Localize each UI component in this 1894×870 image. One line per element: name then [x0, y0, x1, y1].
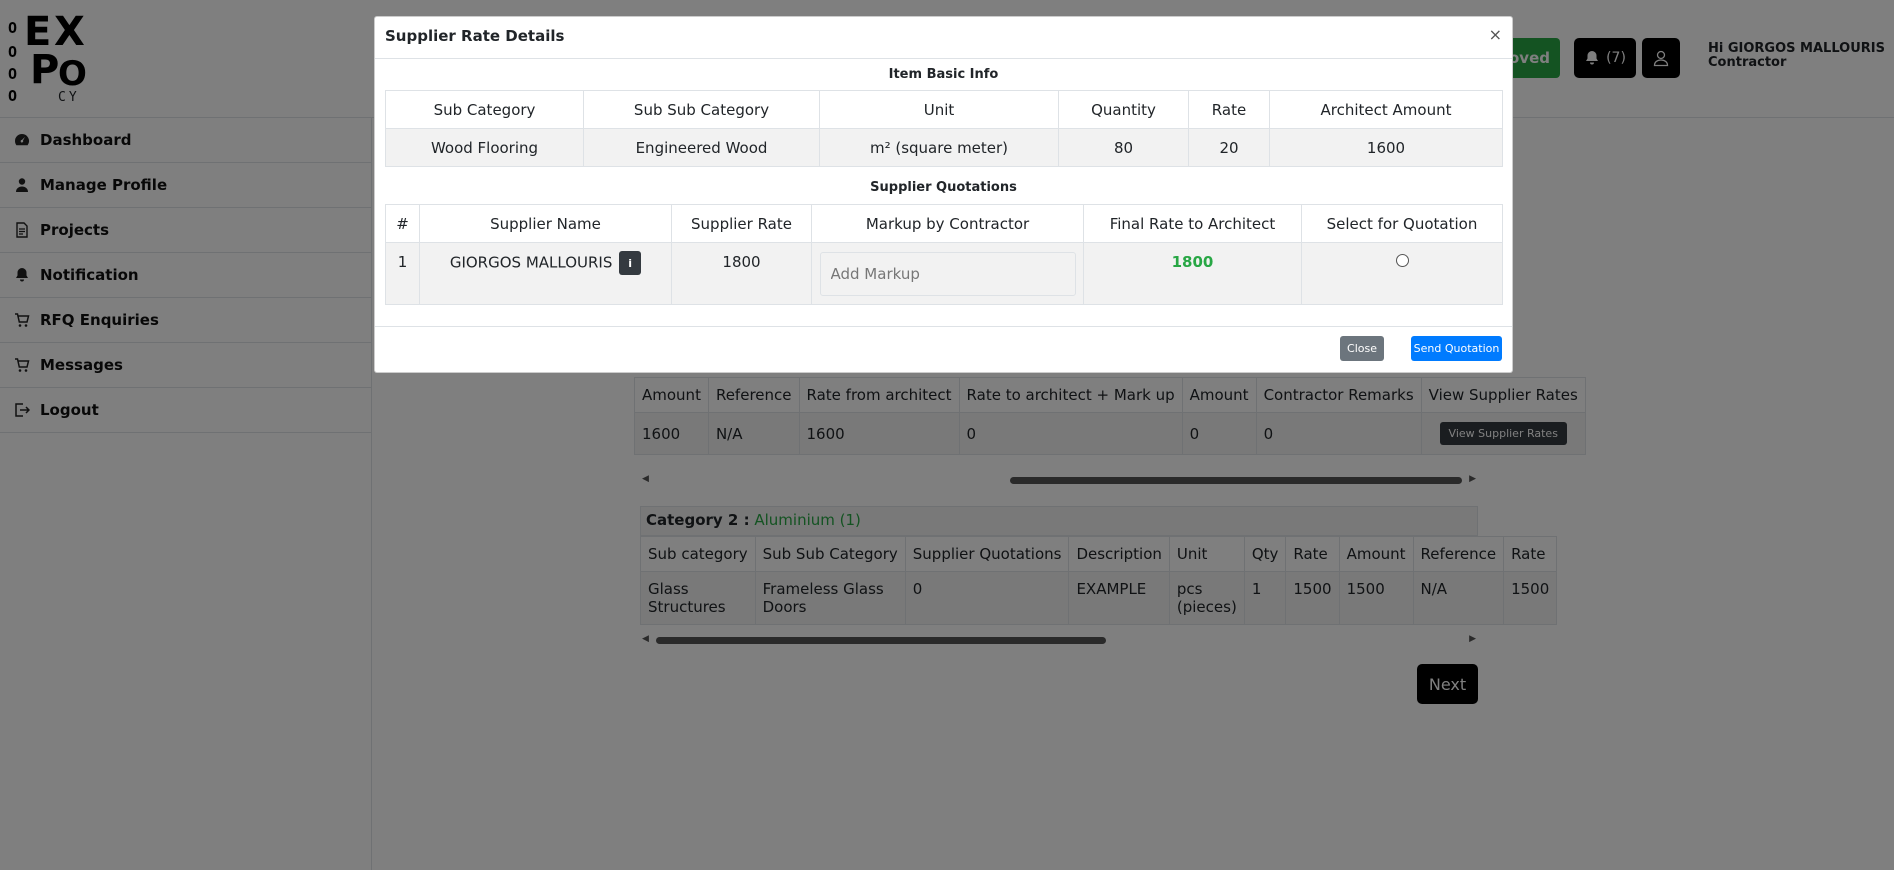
- info-icon[interactable]: i: [619, 251, 642, 275]
- supplier-name-cell: GIORGOS MALLOURIS i: [419, 242, 672, 305]
- markup-cell: [811, 242, 1084, 305]
- table-cell: 1600: [1269, 128, 1503, 167]
- table-cell: Engineered Wood: [583, 128, 820, 167]
- table-cell: m² (square meter): [819, 128, 1059, 167]
- column-header: Architect Amount: [1269, 90, 1503, 129]
- column-header: Rate: [1188, 90, 1270, 129]
- table-cell: 1: [385, 242, 420, 305]
- column-header: Markup by Contractor: [811, 204, 1084, 243]
- column-header: Sub Sub Category: [583, 90, 820, 129]
- table-row: Wood Flooring Engineered Wood m² (square…: [385, 128, 1503, 167]
- modal-header: Supplier Rate Details ×: [375, 17, 1512, 59]
- close-button[interactable]: Close: [1340, 336, 1384, 361]
- supplier-quotations-title: Supplier Quotations: [870, 180, 1017, 195]
- column-header: Supplier Rate: [671, 204, 812, 243]
- table-header-row: Sub Category Sub Sub Category Unit Quant…: [385, 90, 1503, 129]
- column-header: Sub Category: [385, 90, 584, 129]
- table-cell: 1800: [671, 242, 812, 305]
- supplier-name: GIORGOS MALLOURIS: [449, 253, 613, 272]
- table-cell: 1800: [1083, 242, 1302, 305]
- basic-info-table: Sub Category Sub Sub Category Unit Quant…: [385, 90, 1503, 167]
- column-header: Final Rate to Architect: [1083, 204, 1302, 243]
- table-cell: 20: [1188, 128, 1270, 167]
- table-cell: [1301, 242, 1503, 305]
- send-quotation-button[interactable]: Send Quotation: [1411, 336, 1502, 361]
- modal-title: Supplier Rate Details: [385, 27, 565, 45]
- supplier-quotations-table: # Supplier Name Supplier Rate Markup by …: [385, 204, 1503, 305]
- close-icon[interactable]: ×: [1489, 25, 1502, 44]
- column-header: Quantity: [1058, 90, 1189, 129]
- table-header-row: # Supplier Name Supplier Rate Markup by …: [385, 204, 1503, 243]
- select-quotation-radio[interactable]: [1395, 254, 1409, 267]
- column-header: #: [385, 204, 420, 243]
- column-header: Select for Quotation: [1301, 204, 1503, 243]
- basic-info-title: Item Basic Info: [888, 67, 999, 82]
- table-cell: Wood Flooring: [385, 128, 584, 167]
- table-cell: 80: [1058, 128, 1189, 167]
- table-row: 1 GIORGOS MALLOURIS i 1800 1800: [385, 242, 1503, 305]
- modal-footer: Close Send Quotation: [375, 326, 1512, 372]
- markup-input[interactable]: [819, 251, 1076, 296]
- column-header: Supplier Name: [419, 204, 672, 243]
- supplier-rate-modal: Supplier Rate Details × Item Basic Info …: [374, 16, 1513, 373]
- final-rate-value: 1800: [1171, 253, 1214, 271]
- column-header: Unit: [819, 90, 1059, 129]
